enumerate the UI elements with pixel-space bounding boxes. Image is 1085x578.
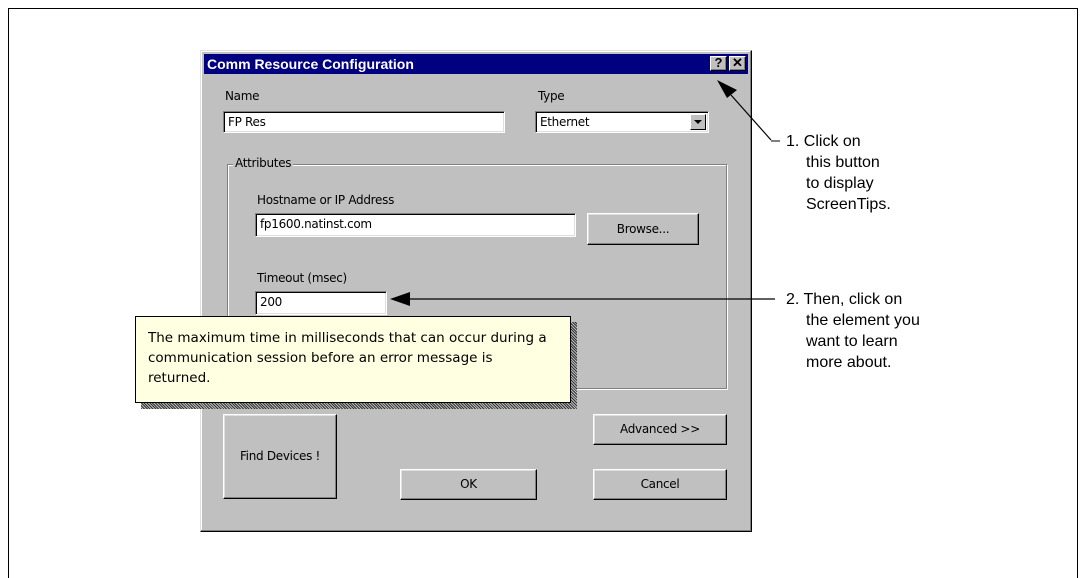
callout-step2: 2. Then, click on the element you want t… (786, 289, 920, 373)
callout-step1: 1. Click on this button to display Scree… (786, 131, 891, 215)
callout-step1-line: 1. Click on (786, 133, 861, 150)
arrow-head-1 (717, 80, 737, 98)
callout-step2-line: more about. (806, 354, 892, 371)
callout-step1-line: ScreenTips. (806, 196, 891, 213)
arrow-line-1 (730, 94, 772, 141)
callout-step2-line: 2. Then, click on (786, 291, 903, 308)
callout-step1-line: this button (806, 154, 880, 171)
arrow-head-2 (390, 292, 410, 306)
callout-step2-line: the element you (806, 312, 920, 329)
callout-step1-line: to display (806, 175, 874, 192)
annotation-arrows (390, 80, 780, 306)
callout-step2-line: want to learn (806, 333, 898, 350)
